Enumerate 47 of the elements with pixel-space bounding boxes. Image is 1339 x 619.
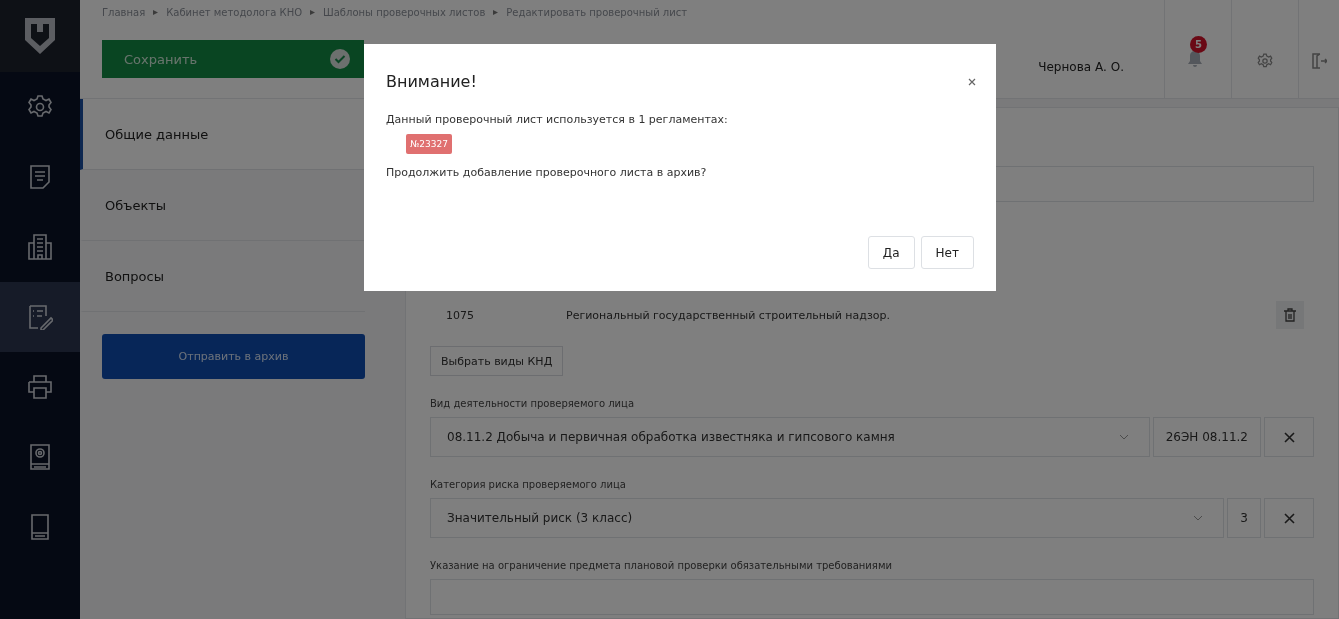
- trash-icon: [1284, 308, 1296, 322]
- select-field[interactable]: Значительный риск (3 класс): [430, 498, 1225, 538]
- separator-icon: [310, 9, 316, 15]
- knd-name: Региональный государственный строительный надзор.: [566, 308, 891, 322]
- chevron-down-icon: [1193, 515, 1204, 521]
- settings-icon: [27, 94, 53, 120]
- code-field: 26ЭН 08.11.2: [1152, 417, 1261, 457]
- dialog-button[interactable]: Да: [867, 236, 915, 269]
- document-icon: [28, 164, 52, 190]
- clear-button[interactable]: [1264, 417, 1314, 457]
- bell-icon: [1187, 50, 1203, 68]
- building-icon: [27, 233, 53, 261]
- clear-button[interactable]: [1264, 498, 1314, 538]
- separator-icon: [493, 9, 499, 15]
- chevron-down-icon: [1118, 434, 1129, 440]
- regulation-tag[interactable]: №23327: [406, 134, 452, 154]
- settings-icon[interactable]: [1257, 53, 1273, 69]
- notification-count: 5: [1190, 36, 1207, 53]
- notifications-button[interactable]: 5: [1187, 36, 1209, 72]
- breadcrumb-link[interactable]: Кабинет методолога КНО: [166, 6, 303, 18]
- dialog-title: Внимание!: [386, 72, 477, 91]
- shield-logo-icon: [23, 16, 57, 56]
- archive-button[interactable]: Отправить в архив: [102, 334, 365, 379]
- field-label: Указание на ограничение предмета плановой проверки обязательными требованиями: [430, 560, 893, 571]
- logout-icon[interactable]: [1311, 52, 1327, 70]
- dialog-button[interactable]: Нет: [920, 236, 974, 269]
- select-field[interactable]: 08.11.2 Добыча и первичная обработка известняка и гипсового камня: [430, 417, 1150, 457]
- checklist-edit-icon: [27, 304, 53, 330]
- printer-icon: [27, 374, 53, 400]
- dialog-message: Данный проверочный лист используется в 1 регламентах:: [386, 113, 729, 126]
- breadcrumb-link[interactable]: Главная: [102, 6, 146, 18]
- knd-code: 1075: [445, 308, 475, 322]
- breadcrumb-link[interactable]: Шаблоны проверочных листов: [323, 6, 486, 18]
- code-field: 3: [1227, 498, 1261, 538]
- close-icon: [1283, 431, 1295, 443]
- close-icon: [968, 78, 976, 86]
- close-icon: [1283, 512, 1295, 524]
- user-name[interactable]: Чернова А. О.: [1038, 60, 1124, 74]
- nav-item[interactable]: [0, 282, 80, 352]
- dialog-question: Продолжить добавление проверочного листа в архив?: [386, 166, 708, 179]
- separator-icon: [153, 9, 159, 15]
- delete-button[interactable]: [1276, 301, 1304, 329]
- field-label: Вид деятельности проверяемого лица: [430, 398, 636, 409]
- book-icon: [28, 513, 52, 541]
- field-label: Категория риска проверяемого лица: [430, 479, 627, 490]
- select-knd-button[interactable]: Выбрать виды КНД: [430, 346, 564, 376]
- save-button[interactable]: Сохранить: [102, 40, 364, 78]
